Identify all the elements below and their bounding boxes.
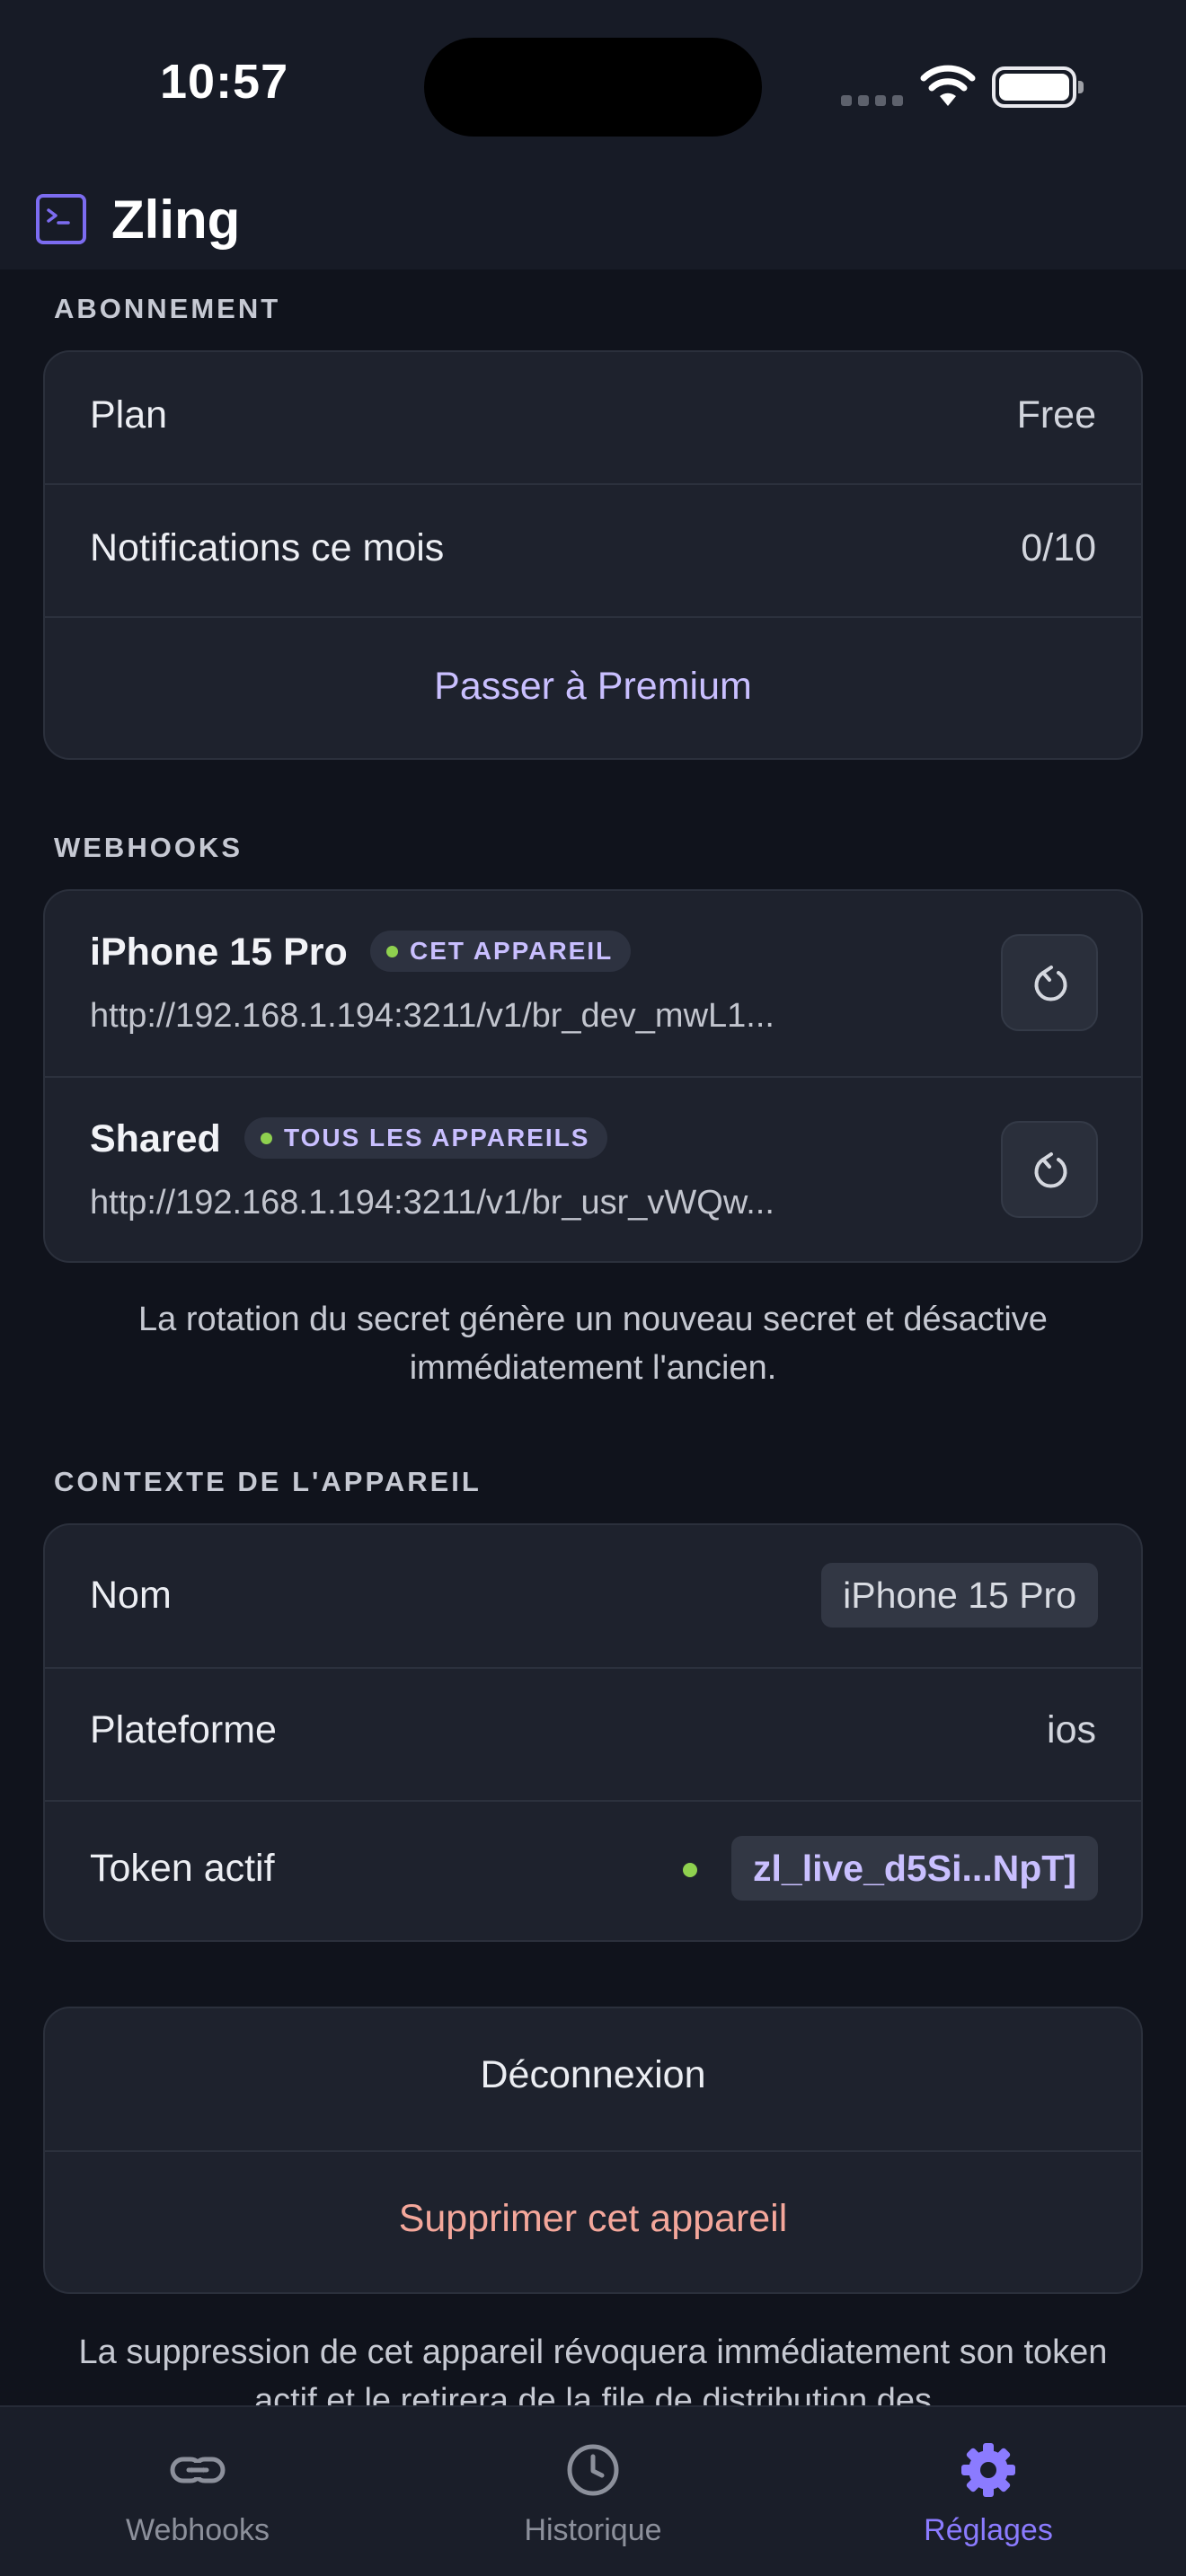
app-header: Zling — [0, 171, 1186, 269]
webhook-badge: CET APPAREIL — [370, 931, 632, 972]
token-row: Token actif zl_live_d5Si...NpT] — [45, 1802, 1141, 1940]
plan-row: Plan Free — [45, 352, 1141, 483]
tab-label: Historique — [524, 2513, 662, 2547]
section-label-webhooks: WEBHOOKS — [54, 832, 243, 863]
badge-label: CET APPAREIL — [410, 937, 614, 965]
subscription-card: Plan Free Notifications ce mois 0/10 Pas… — [43, 350, 1143, 760]
webhooks-card: iPhone 15 Pro CET APPAREIL http://192.16… — [43, 889, 1143, 1263]
section-label-device: CONTEXTE DE L'APPAREIL — [54, 1466, 482, 1497]
clock-icon — [567, 2444, 619, 2496]
platform-value: ios — [1047, 1708, 1096, 1751]
section-label-subscription: ABONNEMENT — [54, 293, 281, 324]
notifications-row: Notifications ce mois 0/10 — [45, 485, 1141, 616]
webhook-url: http://192.168.1.194:3211/v1/br_dev_mwL1… — [90, 997, 774, 1035]
active-dot — [261, 1133, 272, 1144]
webhook-item-device[interactable]: iPhone 15 Pro CET APPAREIL http://192.16… — [45, 891, 1141, 1076]
plan-label: Plan — [90, 393, 168, 437]
battery-icon — [992, 66, 1084, 108]
refresh-icon — [1034, 966, 1067, 1001]
tab-webhooks[interactable]: Webhooks — [0, 2407, 395, 2576]
dynamic-island — [424, 38, 762, 137]
wifi-icon — [920, 65, 976, 106]
token-status-dot — [683, 1863, 697, 1877]
rotate-secret-button[interactable] — [1001, 1121, 1098, 1218]
device-name-label: Nom — [90, 1574, 172, 1617]
tab-label: Webhooks — [125, 2513, 270, 2547]
device-name-row: Nom iPhone 15 Pro — [45, 1525, 1141, 1667]
notifications-label: Notifications ce mois — [90, 526, 445, 569]
link-icon — [170, 2457, 226, 2483]
delete-device-button[interactable]: Supprimer cet appareil — [45, 2197, 1141, 2241]
tab-bar: Webhooks Historique Réglages — [0, 2405, 1186, 2576]
refresh-icon — [1034, 1152, 1067, 1188]
upgrade-premium-button[interactable]: Passer à Premium — [45, 665, 1141, 709]
device-name-value: iPhone 15 Pro — [821, 1563, 1098, 1628]
active-dot — [386, 946, 398, 957]
tab-history[interactable]: Historique — [395, 2407, 791, 2576]
webhook-name: iPhone 15 Pro — [90, 931, 348, 974]
logout-button[interactable]: Déconnexion — [45, 2053, 1141, 2097]
platform-row: Plateforme ios — [45, 1669, 1141, 1800]
tab-settings[interactable]: Réglages — [791, 2407, 1186, 2576]
webhook-url: http://192.168.1.194:3211/v1/br_usr_vWQw… — [90, 1184, 774, 1222]
cellular-signal-icon — [841, 95, 904, 106]
status-bar: 10:57 — [0, 0, 1186, 171]
webhook-name: Shared — [90, 1117, 221, 1160]
app-title: Zling — [111, 190, 241, 250]
device-card: Nom iPhone 15 Pro Plateforme ios Token a… — [43, 1523, 1143, 1942]
webhook-item-shared[interactable]: Shared TOUS LES APPAREILS http://192.168… — [45, 1078, 1141, 1261]
rotate-secret-button[interactable] — [1001, 934, 1098, 1031]
account-actions-card: Déconnexion Supprimer cet appareil — [43, 2007, 1143, 2294]
platform-label: Plateforme — [90, 1708, 277, 1751]
gear-icon — [961, 2443, 1015, 2497]
plan-value: Free — [1016, 393, 1096, 437]
token-value[interactable]: zl_live_d5Si...NpT] — [731, 1836, 1098, 1901]
divider — [45, 616, 1141, 618]
rotation-note: La rotation du secret génère un nouveau … — [138, 1301, 1048, 1387]
tab-label: Réglages — [924, 2513, 1053, 2547]
terminal-logo-icon — [36, 194, 86, 244]
webhook-badge: TOUS LES APPAREILS — [244, 1117, 608, 1159]
status-time: 10:57 — [160, 55, 289, 109]
divider — [45, 2150, 1141, 2152]
notifications-count: 0/10 — [1021, 526, 1096, 569]
token-label: Token actif — [90, 1847, 275, 1890]
badge-label: TOUS LES APPAREILS — [284, 1124, 590, 1151]
